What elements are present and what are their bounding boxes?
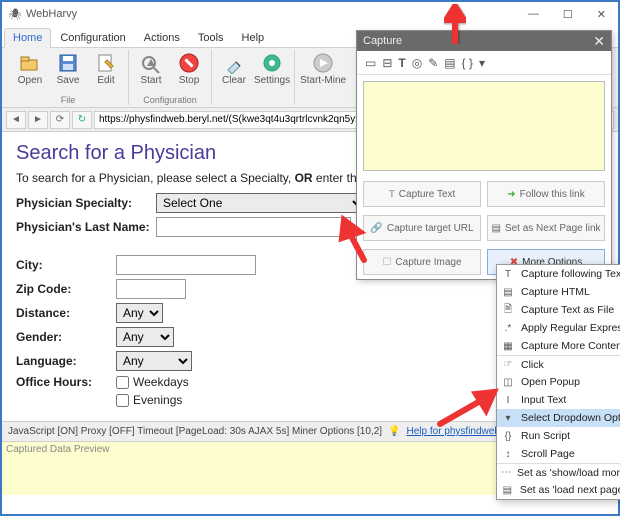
stop-icon [178,52,200,74]
label-gender: Gender: [16,330,116,344]
gender-select[interactable]: Any [116,327,174,347]
menu-help[interactable]: Help [233,28,274,47]
distance-select[interactable]: Any [116,303,163,323]
save-icon [57,52,79,74]
tool-down-icon[interactable]: ▾ [479,56,485,70]
clear-button[interactable]: Clear [216,50,252,88]
regex-icon: .* [501,323,515,334]
app-title: WebHarvy [26,8,77,20]
menu-home[interactable]: Home [4,28,51,48]
start-mine-icon [312,52,334,74]
capture-textarea[interactable] [363,81,605,171]
settings-button[interactable]: Settings [254,50,290,88]
city-input[interactable] [116,255,256,275]
tool-box-icon[interactable]: ▭ [365,56,376,70]
specialty-select[interactable]: Select One [156,193,366,213]
load-more-icon: ⋯ [501,467,511,478]
close-button[interactable]: ✕ [591,6,612,23]
menu-scroll-page[interactable]: ↕Scroll Page [497,445,620,463]
start-icon [140,52,162,74]
menu-click[interactable]: ☞Click [497,355,620,373]
capture-toolbar: ▭ ⊟ T ◎ ✎ ▤ { } ▾ [357,51,611,75]
dropdown-icon: ▾ [501,413,515,424]
stop-button[interactable]: Stop [171,50,207,88]
more-options-menu: TCapture following Text ▤Capture HTML 🗎C… [496,264,620,500]
tool-pencil-icon[interactable]: ✎ [428,56,438,70]
menu-tools[interactable]: Tools [189,28,233,47]
capture-titlebar: Capture ✕ [357,31,611,51]
menu-set-next-page-set[interactable]: ▤Set as 'load next page set' link [497,481,620,499]
menu-actions[interactable]: Actions [135,28,189,47]
input-icon: I [501,395,515,406]
script-icon: {} [501,431,515,442]
menu-open-popup[interactable]: ◫Open Popup [497,373,620,391]
maximize-button[interactable]: ☐ [557,6,579,23]
evenings-checkbox[interactable]: Evenings [116,393,182,407]
capture-close-button[interactable]: ✕ [593,33,605,50]
more-content-icon: ▦ [501,341,515,352]
text-icon: T [501,269,515,280]
tool-dash-icon[interactable]: ⊟ [382,56,392,70]
label-office: Office Hours: [16,375,116,389]
tool-page-icon[interactable]: ▤ [444,56,455,70]
edit-icon [95,52,117,74]
menu-capture-more-content[interactable]: ▦Capture More Content [497,337,620,355]
capture-url-button[interactable]: 🔗Capture target URL [363,215,481,241]
zip-input[interactable] [116,279,186,299]
label-zip: Zip Code: [16,282,116,296]
capture-title: Capture [363,35,402,47]
open-icon [19,52,41,74]
tool-braces-icon[interactable]: { } [462,56,473,70]
weekdays-checkbox[interactable]: Weekdays [116,375,189,389]
group-file-label: File [61,95,76,105]
app-icon: 🕷 [8,7,22,21]
label-distance: Distance: [16,306,116,320]
file-icon: 🗎 [501,302,515,319]
back-button[interactable]: ◄ [6,111,26,129]
tool-text-icon[interactable]: T [398,56,405,70]
capture-image-button[interactable]: ☐Capture Image [363,249,481,275]
label-language: Language: [16,354,116,368]
follow-link-button[interactable]: ➜Follow this link [487,181,605,207]
capture-text-button[interactable]: TCapture Text [363,181,481,207]
menu-apply-regex[interactable]: .*Apply Regular Expression [497,319,620,337]
tool-target-icon[interactable]: ◎ [412,56,422,70]
menu-configuration[interactable]: Configuration [51,28,134,47]
label-city: City: [16,258,116,272]
open-button[interactable]: Open [12,50,48,88]
menu-capture-text-file[interactable]: 🗎Capture Text as File [497,301,620,319]
language-select[interactable]: Any [116,351,192,371]
label-specialty: Physician Specialty: [16,196,156,210]
settings-icon [261,52,283,74]
label-lastname: Physician's Last Name: [16,220,156,234]
capture-popup: Capture ✕ ▭ ⊟ T ◎ ✎ ▤ { } ▾ TCapture Tex… [356,30,612,280]
preview-label: Captured Data Preview [6,444,109,455]
edit-button[interactable]: Edit [88,50,124,88]
clear-icon [223,52,245,74]
html-icon: ▤ [501,287,515,298]
status-text: JavaScript [ON] Proxy [OFF] Timeout [Pag… [8,426,382,437]
start-button[interactable]: Start [133,50,169,88]
go-button[interactable]: ↻ [72,111,92,129]
save-button[interactable]: Save [50,50,86,88]
menu-select-dropdown-option[interactable]: ▾Select Dropdown Option [497,409,620,427]
reload-button[interactable]: ⟳ [50,111,70,129]
menu-capture-following-text[interactable]: TCapture following Text [497,265,620,283]
forward-button[interactable]: ► [28,111,48,129]
lastname-input[interactable] [156,217,351,237]
menu-set-load-more[interactable]: ⋯Set as 'show/load more data' link [497,463,620,481]
titlebar: 🕷 WebHarvy — ☐ ✕ [2,2,618,26]
scroll-icon: ↕ [501,449,515,460]
group-config-label: Configuration [143,95,197,105]
menu-capture-html[interactable]: ▤Capture HTML [497,283,620,301]
help-bulb-icon: 💡 [388,426,400,437]
menu-run-script[interactable]: {}Run Script [497,427,620,445]
start-mine-button[interactable]: Start-Mine [299,50,347,88]
menu-input-text[interactable]: IInput Text [497,391,620,409]
click-icon: ☞ [501,359,515,370]
popup-icon: ◫ [501,377,515,388]
next-page-button[interactable]: ▤Set as Next Page link [487,215,605,241]
page-set-icon: ▤ [501,485,514,496]
minimize-button[interactable]: — [522,6,545,23]
